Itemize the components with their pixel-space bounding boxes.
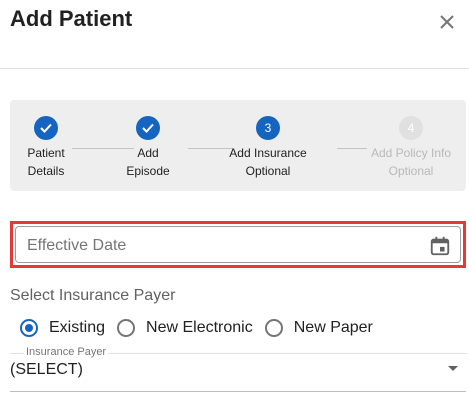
dialog-header: Add Patient (0, 0, 469, 69)
step-label: Add Policy Info Optional (370, 146, 452, 178)
dropdown-arrow-icon[interactable] (448, 366, 458, 371)
step-add-episode[interactable]: Add Episode (98, 116, 198, 180)
step-patient-details[interactable]: Patient Details (0, 116, 96, 180)
radio-label: New Electronic (146, 319, 253, 336)
calendar-icon[interactable] (429, 235, 451, 257)
radio-unchecked-icon[interactable] (264, 319, 283, 337)
step-number-badge: 3 (256, 116, 280, 140)
effective-date-field[interactable]: Effective Date (15, 226, 461, 263)
insurance-payer-label: Insurance Payer (24, 346, 109, 358)
radio-label: New Paper (293, 319, 373, 336)
insurance-payer-value: (SELECT) (10, 361, 83, 378)
step-label: Patient Details (27, 146, 65, 178)
step-number-badge: 4 (399, 116, 423, 140)
radio-unchecked-icon[interactable] (117, 319, 136, 337)
step-label: Add Episode (126, 146, 170, 178)
insurance-payer-select[interactable]: Insurance Payer (SELECT) (10, 346, 467, 392)
radio-new-electronic[interactable]: New Electronic (117, 319, 253, 337)
radio-new-paper[interactable]: New Paper (264, 319, 373, 337)
radio-checked-icon[interactable] (20, 319, 38, 337)
radio-label: Existing (49, 319, 106, 336)
effective-date-placeholder: Effective Date (27, 237, 127, 254)
stepper: Patient Details Add Episode 3 Add Insura… (10, 100, 466, 191)
payer-type-radio-group: Existing New Electronic New Paper (20, 316, 385, 340)
step-label: Add Insurance Optional (229, 146, 307, 178)
step-add-insurance[interactable]: 3 Add Insurance Optional (218, 116, 318, 180)
insurance-payer-heading: Select Insurance Payer (10, 287, 176, 304)
radio-existing[interactable]: Existing (20, 319, 105, 337)
dialog-title: Add Patient (10, 6, 133, 31)
check-icon (136, 116, 160, 140)
step-add-policy-info[interactable]: 4 Add Policy Info Optional (361, 116, 461, 180)
effective-date-highlight: Effective Date (10, 221, 466, 268)
check-icon (34, 116, 58, 140)
close-icon[interactable] (435, 10, 459, 34)
